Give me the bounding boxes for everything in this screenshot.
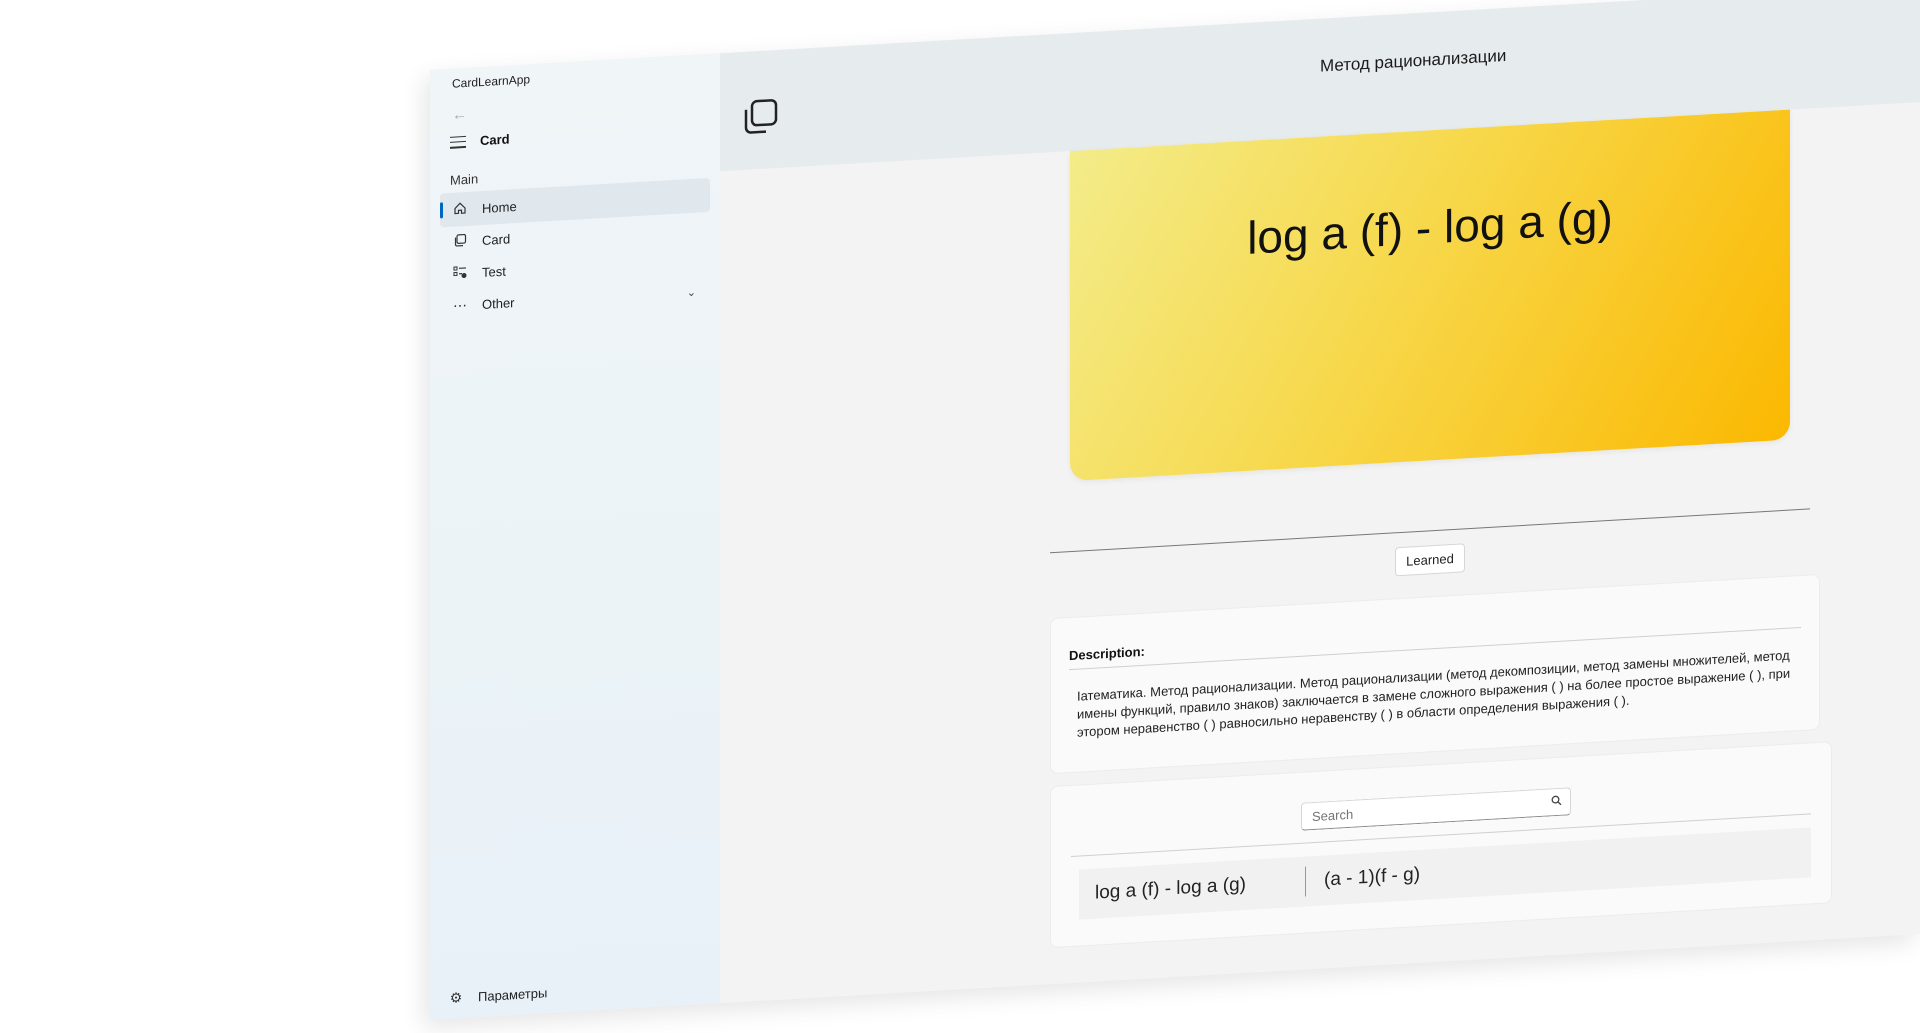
flashcard[interactable]: log a (f) - log a (g) — [1070, 109, 1790, 482]
flashcard-front-text: log a (f) - log a (g) — [1247, 190, 1613, 264]
list-item-back: (a - 1)(f - g) — [1324, 863, 1421, 891]
card-detail: log a (f) - log a (g) Learned Descriptio… — [1050, 108, 1832, 949]
app-window: CardLearnApp ← Card Main Home Card Test … — [430, 0, 1920, 1020]
search-icon[interactable] — [1551, 795, 1562, 810]
back-button[interactable]: ← — [452, 106, 467, 124]
sidebar-item-settings[interactable]: ⚙ Параметры — [448, 984, 548, 1007]
main-content: Метод рационализации log a (f) - log a (… — [720, 0, 1920, 1004]
nav-section-label: Main — [450, 171, 479, 188]
cards-list-panel: log a (f) - log a (g) (a - 1)(f - g) — [1050, 741, 1832, 949]
settings-label: Параметры — [478, 985, 548, 1005]
test-icon — [452, 264, 468, 282]
card-icon — [452, 232, 468, 250]
sidebar-item-label: Home — [482, 198, 517, 216]
sidebar-item-label: Other — [482, 294, 515, 312]
list-item[interactable]: log a (f) - log a (g) (a - 1)(f - g) — [1079, 827, 1811, 920]
list-item-front: log a (f) - log a (g) — [1079, 866, 1306, 910]
nav-header-label: Card — [480, 131, 510, 149]
page-title: Метод рационализации — [1320, 45, 1507, 76]
chevron-down-icon[interactable]: ⌄ — [687, 285, 696, 299]
hamburger-menu-icon[interactable] — [450, 135, 466, 149]
sidebar: CardLearnApp ← Card Main Home Card Test … — [430, 53, 720, 1020]
more-icon: ⋯ — [453, 296, 467, 314]
search-box[interactable] — [1301, 787, 1571, 831]
app-title: CardLearnApp — [452, 72, 531, 91]
sidebar-item-label: Test — [482, 263, 506, 280]
description-card: Description: Iатематика. Метод рационали… — [1050, 573, 1820, 775]
learned-button[interactable]: Learned — [1395, 543, 1465, 577]
screen: CardLearnApp ← Card Main Home Card Test … — [0, 0, 1920, 1033]
cards-icon — [740, 96, 780, 138]
search-input[interactable] — [1310, 793, 1551, 825]
nav-header: Card — [450, 131, 510, 149]
sidebar-item-label: Card — [482, 230, 511, 248]
home-icon — [452, 200, 468, 218]
gear-icon: ⚙ — [449, 989, 463, 1006]
